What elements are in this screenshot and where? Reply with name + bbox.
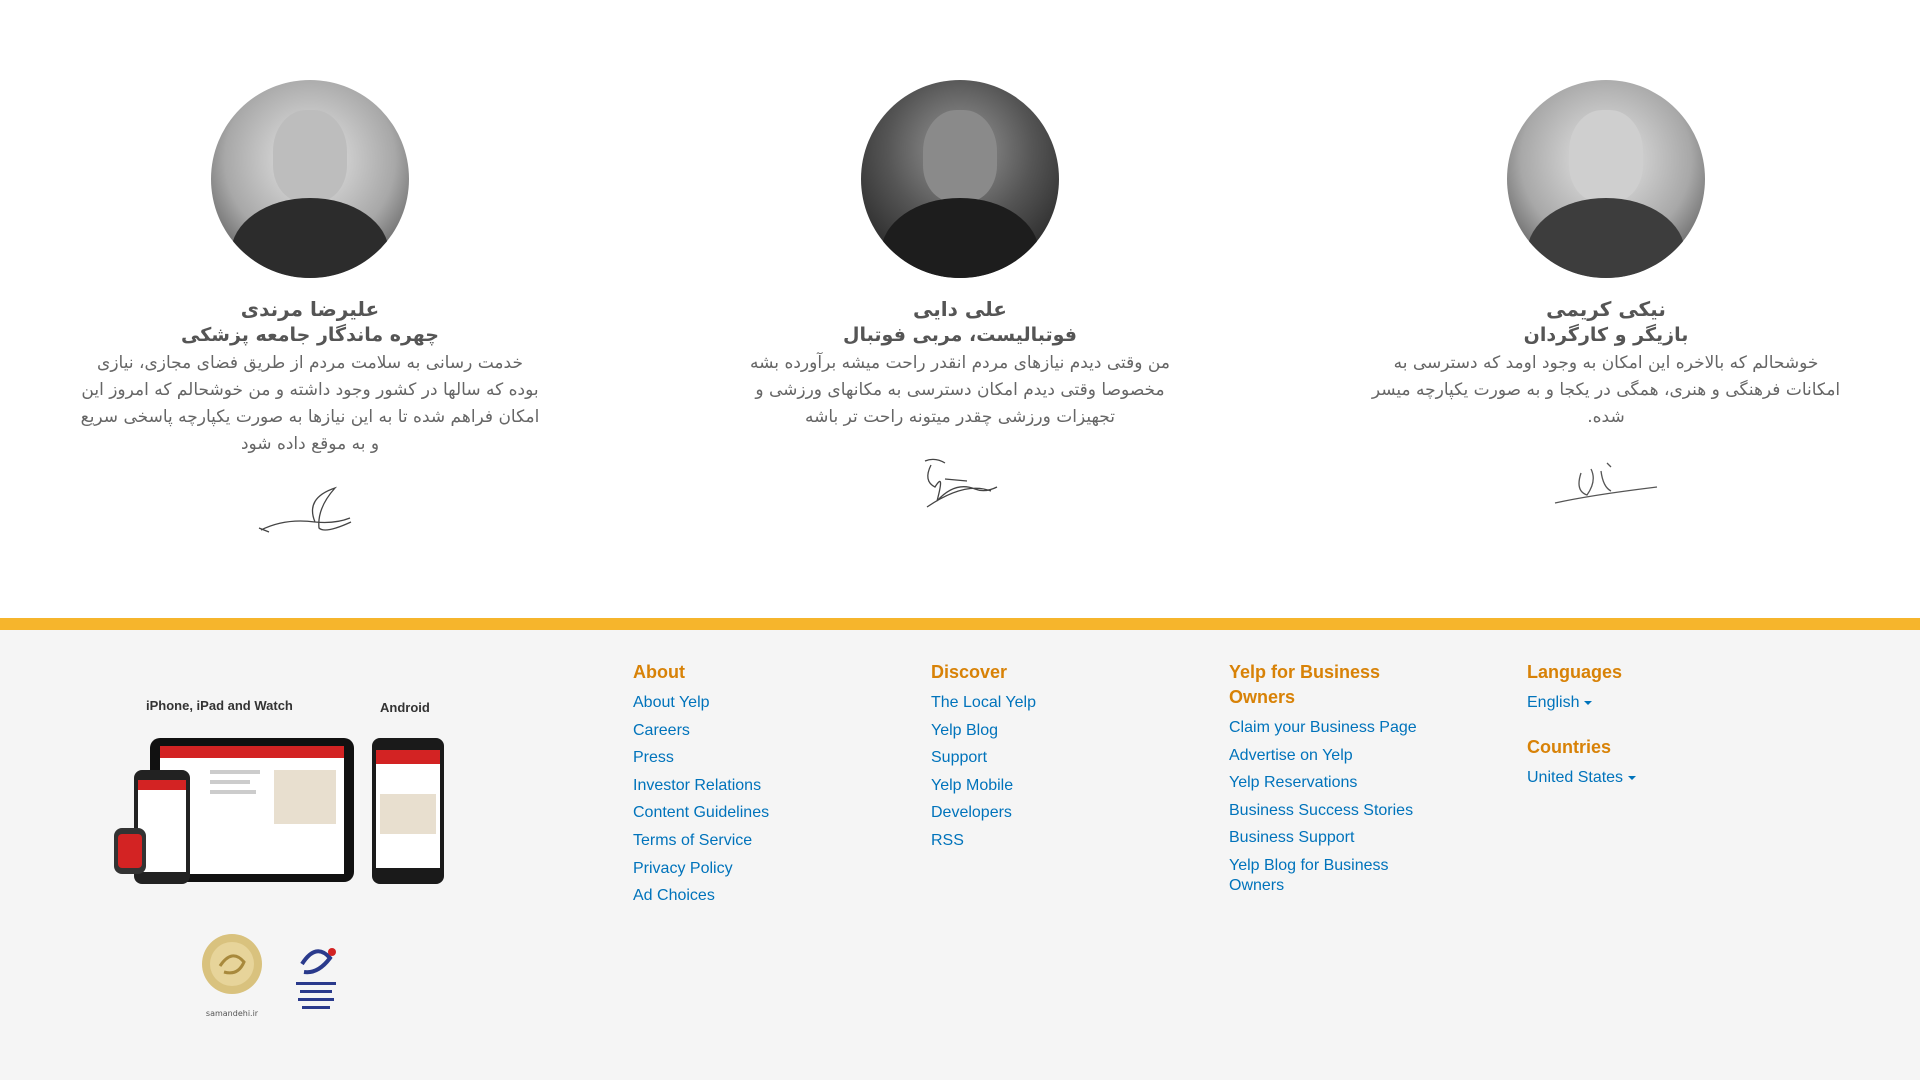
testimonial-card: علیرضا مرندی چهره ماندگار جامعه پزشکی خد… [70,80,550,540]
footer-link[interactable]: Ad Choices [633,886,853,906]
footer-discover-column: Discover The Local Yelp Yelp Blog Suppor… [931,660,1151,859]
footer-business-title: Yelp for Business Owners [1229,662,1381,707]
footer-link[interactable]: Careers [633,721,853,741]
testimonial-card: علی دایی فوتبالیست، مربی فوتبال من وقتی … [720,80,1200,513]
footer-link[interactable]: Support [931,748,1151,768]
country-dropdown[interactable]: United States [1527,768,1727,788]
android-app-label: Android [380,700,430,715]
footer-link[interactable]: Press [633,748,853,768]
android-phone-image [372,738,444,884]
testimonial-name: نیکی کریمی [1546,297,1666,321]
apple-watch-image [114,828,146,874]
footer-link[interactable]: Content Guidelines [633,803,853,823]
footer: iPhone, iPad and Watch Android samandehi… [0,630,1920,1080]
trust-badges: samandehi.ir [198,932,358,1022]
testimonial-name: علی دایی [913,297,1007,321]
footer-link[interactable]: RSS [931,831,1151,851]
testimonial-role: بازیگر و کارگردان [1523,324,1689,346]
footer-link[interactable]: Claim your Business Page [1229,718,1434,738]
testimonial-role: چهره ماندگار جامعه پزشکی [181,324,439,346]
footer-link[interactable]: Yelp Mobile [931,776,1151,796]
testimonial-name: علیرضا مرندی [240,297,380,321]
footer-link[interactable]: About Yelp [633,693,853,713]
footer-link[interactable]: Yelp Reservations [1229,773,1434,793]
footer-link[interactable]: Terms of Service [633,831,853,851]
footer-link[interactable]: Advertise on Yelp [1229,746,1434,766]
footer-accent-bar [0,618,1920,630]
footer-business-column: Yelp for Business Owners Claim your Busi… [1229,660,1434,904]
svg-text:samandehi.ir: samandehi.ir [206,1009,259,1018]
mobile-apps-promo[interactable]: iPhone, iPad and Watch Android [110,698,470,898]
footer-link[interactable]: Developers [931,803,1151,823]
testimonial-role: فوتبالیست، مربی فوتبال [843,324,1077,346]
avatar [861,80,1059,278]
footer-about-title: About [633,662,685,682]
footer-link[interactable]: The Local Yelp [931,693,1151,713]
signature-image [255,478,365,540]
footer-link[interactable]: Investor Relations [633,776,853,796]
footer-languages-title: Languages [1527,662,1623,682]
testimonial-quote: من وقتی دیدم نیازهای مردم انقدر راحت میش… [750,353,1170,427]
caret-down-icon [1584,700,1593,705]
testimonial-card: نیکی کریمی بازیگر و کارگردان خوشحالم که … [1366,80,1846,513]
testimonial-quote: خوشحالم که بالاخره این امکان به وجود اوم… [1371,353,1841,427]
testimonial-quote: خدمت رسانی به سلامت مردم از طریق فضای مج… [80,353,540,454]
ios-apps-label: iPhone, iPad and Watch [146,698,293,713]
footer-link[interactable]: Privacy Policy [633,859,853,879]
avatar [1507,80,1705,278]
caret-down-icon [1628,775,1637,780]
footer-link[interactable]: Business Success Stories [1229,801,1434,821]
signature-image [905,451,1015,513]
footer-discover-title: Discover [931,662,1008,682]
footer-link[interactable]: Yelp Blog for Business Owners [1229,856,1434,896]
language-dropdown[interactable]: English [1527,693,1727,713]
samandehi-badge[interactable]: samandehi.ir [198,932,266,1022]
avatar [211,80,409,278]
footer-link[interactable]: Business Support [1229,828,1434,848]
enamad-badge[interactable] [288,938,344,1022]
footer-link[interactable]: Yelp Blog [931,721,1151,741]
footer-about-column: About About Yelp Careers Press Investor … [633,660,853,914]
footer-countries-title: Countries [1527,737,1612,757]
signature-image [1551,451,1661,513]
footer-locale-column: Languages English Countries United State… [1527,660,1727,796]
testimonials-section: علیرضا مرندی چهره ماندگار جامعه پزشکی خد… [0,0,1920,618]
